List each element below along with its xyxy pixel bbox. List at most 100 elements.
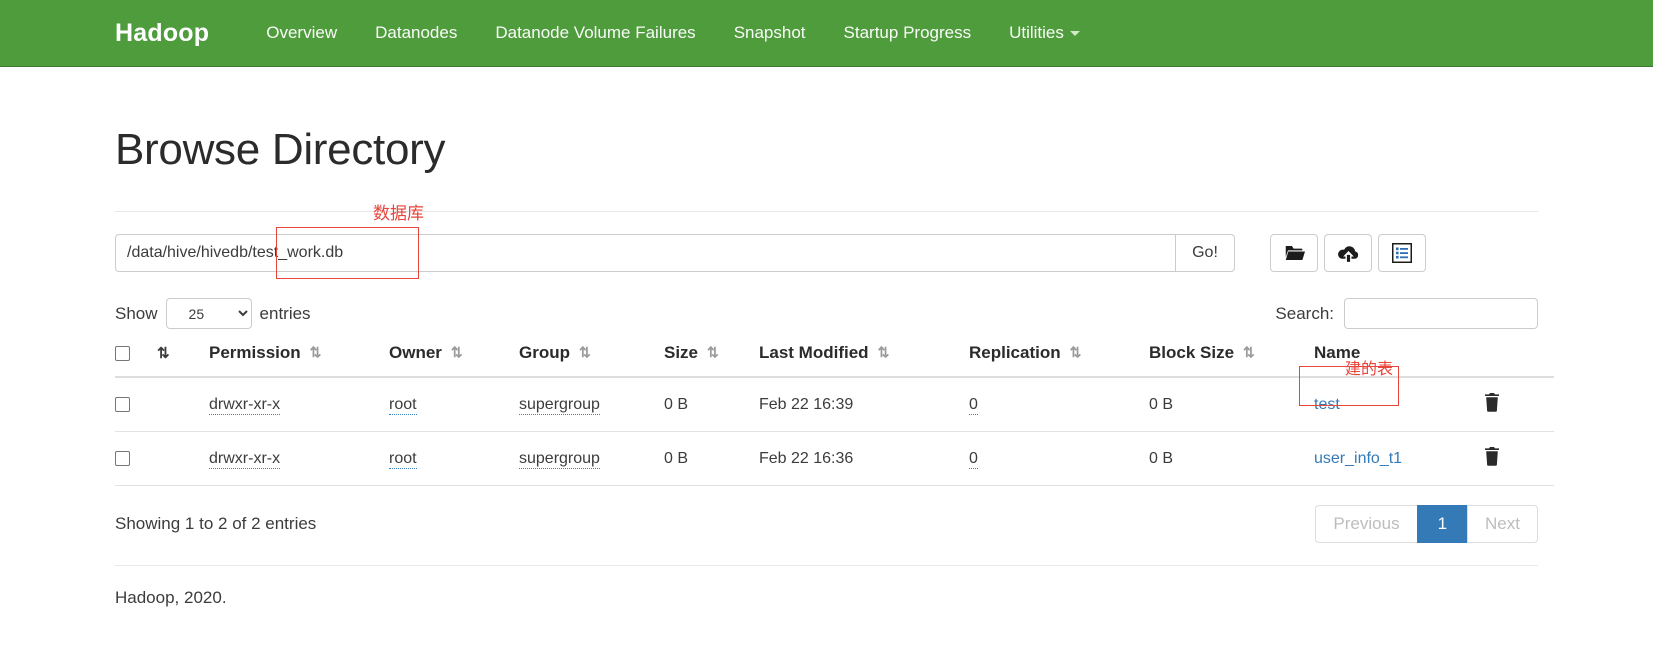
row-checkbox[interactable] — [115, 451, 130, 467]
show-label: Show — [115, 303, 158, 323]
cell-last-modified: Feb 22 16:36 — [759, 431, 969, 486]
nav-link-overview[interactable]: Overview — [247, 23, 356, 43]
row-select-cell — [115, 431, 157, 486]
nav-link-utilities-label: Utilities — [1009, 23, 1064, 42]
owner-value[interactable]: root — [389, 396, 417, 415]
table-header-row: ⇅ Permission ⇅ Owner ⇅ Group ⇅ Size ⇅ Last M… — [115, 343, 1554, 378]
permission-value[interactable]: drwxr-xr-x — [209, 450, 281, 469]
row-spacer-cell — [157, 377, 209, 432]
th-block-size-label: Block Size — [1149, 343, 1235, 362]
sort-icon[interactable]: ⇅ — [878, 344, 890, 361]
cell-block-size: 0 B — [1149, 431, 1314, 486]
nav-link-datanode-volume-failures[interactable]: Datanode Volume Failures — [476, 23, 714, 43]
file-name-link[interactable]: test — [1314, 396, 1340, 413]
owner-value[interactable]: root — [389, 450, 417, 469]
sort-icon[interactable]: ⇅ — [451, 344, 463, 361]
brand-hadoop[interactable]: Hadoop — [115, 19, 209, 48]
nav-link-utilities[interactable]: Utilities — [990, 23, 1099, 43]
th-name[interactable]: Name — [1314, 343, 1484, 378]
file-name-link[interactable]: user_info_t1 — [1314, 450, 1402, 467]
nav-link-snapshot[interactable]: Snapshot — [715, 23, 825, 43]
cut-high-availability-button[interactable] — [1378, 234, 1426, 272]
cell-replication: 0 — [969, 431, 1149, 486]
th-group-label: Group — [519, 343, 570, 362]
footer-text: Hadoop, 2020. — [115, 588, 227, 607]
sort-icon[interactable]: ⇅ — [310, 344, 322, 361]
top-navbar: Hadoop Overview Datanodes Datanode Volum… — [0, 0, 1653, 67]
th-delete — [1484, 343, 1554, 378]
th-sort-all[interactable]: ⇅ — [157, 343, 209, 378]
trash-icon[interactable] — [1484, 447, 1500, 471]
datatable-info: Showing 1 to 2 of 2 entries — [115, 514, 317, 533]
annotation-label-database: 数据库 — [373, 204, 424, 223]
upload-files-button[interactable] — [1324, 234, 1372, 272]
search-label: Search: — [1275, 303, 1334, 323]
th-size-label: Size — [664, 343, 699, 362]
nav-link-startup-progress[interactable]: Startup Progress — [825, 23, 991, 43]
pagination-next[interactable]: Next — [1467, 505, 1538, 543]
cell-owner: root — [389, 377, 519, 432]
cell-name: test — [1299, 366, 1484, 432]
create-directory-button[interactable] — [1270, 234, 1318, 272]
page-length-control: Show 25 entries — [115, 298, 311, 329]
cell-last-modified: Feb 22 16:39 — [759, 377, 969, 432]
table-row: drwxr-xr-x root supergroup 0 B Feb 22 16… — [115, 431, 1554, 486]
cell-owner: root — [389, 431, 519, 486]
main-container: Browse Directory Go! — [0, 125, 1653, 608]
datatable-footer: Showing 1 to 2 of 2 entries Previous 1 N… — [115, 505, 1538, 543]
permission-value[interactable]: drwxr-xr-x — [209, 396, 281, 415]
th-owner[interactable]: Owner ⇅ — [389, 343, 519, 378]
go-button[interactable]: Go! — [1175, 234, 1235, 272]
th-last-modified[interactable]: Last Modified ⇅ — [759, 343, 969, 378]
toolbar-icon-buttons — [1270, 234, 1426, 272]
group-value[interactable]: supergroup — [519, 396, 600, 415]
th-select-all — [115, 343, 157, 378]
row-spacer-cell — [157, 431, 209, 486]
nav-link-datanodes[interactable]: Datanodes — [356, 23, 476, 43]
datatable-controls: Show 25 entries Search: — [115, 298, 1538, 329]
divider-top — [115, 211, 1538, 212]
sort-icon[interactable]: ⇅ — [1243, 344, 1255, 361]
pagination-previous[interactable]: Previous — [1315, 505, 1418, 543]
sort-descending-icon[interactable]: ⇅ — [157, 345, 170, 362]
pagination: Previous 1 Next — [1315, 505, 1538, 543]
entries-label: entries — [259, 303, 311, 323]
row-checkbox[interactable] — [115, 397, 130, 413]
folder-icon — [1284, 244, 1305, 262]
directory-path-input[interactable] — [115, 234, 1175, 272]
cloud-upload-icon — [1337, 244, 1360, 263]
table-row: drwxr-xr-x root supergroup 0 B Feb 22 16… — [115, 366, 1554, 432]
cell-name: user_info_t1 — [1314, 431, 1484, 486]
annotation-label-table: 建的表 — [1345, 361, 1394, 378]
select-all-checkbox[interactable] — [115, 346, 130, 362]
search-input[interactable] — [1344, 298, 1538, 329]
th-permission[interactable]: Permission ⇅ — [209, 343, 389, 378]
path-toolbar: Go! — [115, 204, 1538, 279]
sort-icon[interactable]: ⇅ — [1070, 344, 1082, 361]
th-block-size[interactable]: Block Size ⇅ — [1149, 343, 1314, 378]
cell-delete — [1484, 431, 1554, 486]
trash-icon[interactable] — [1484, 393, 1500, 417]
th-owner-label: Owner — [389, 343, 442, 362]
cell-permission: drwxr-xr-x — [209, 431, 389, 486]
cell-replication: 0 — [969, 377, 1149, 432]
sort-icon[interactable]: ⇅ — [707, 344, 719, 361]
sort-icon[interactable]: ⇅ — [579, 344, 591, 361]
chevron-down-icon — [1069, 31, 1080, 37]
pagination-page-1[interactable]: 1 — [1416, 505, 1469, 543]
th-replication-label: Replication — [969, 343, 1061, 362]
search-control: Search: — [1275, 298, 1538, 329]
th-size[interactable]: Size ⇅ — [664, 343, 759, 378]
page-title: Browse Directory — [115, 125, 446, 174]
directory-listing-table: ⇅ Permission ⇅ Owner ⇅ Group ⇅ Size ⇅ Last M… — [115, 343, 1554, 486]
cell-permission: drwxr-xr-x — [209, 377, 389, 432]
group-value[interactable]: supergroup — [519, 450, 600, 469]
th-replication[interactable]: Replication ⇅ — [969, 343, 1149, 378]
page-length-select[interactable]: 25 — [165, 298, 252, 329]
replication-value[interactable]: 0 — [969, 450, 978, 469]
replication-value[interactable]: 0 — [969, 396, 978, 415]
cell-delete — [1484, 377, 1554, 432]
th-group[interactable]: Group ⇅ — [519, 343, 664, 378]
nav-links: Overview Datanodes Datanode Volume Failu… — [247, 23, 1099, 43]
divider-bottom — [115, 565, 1538, 566]
